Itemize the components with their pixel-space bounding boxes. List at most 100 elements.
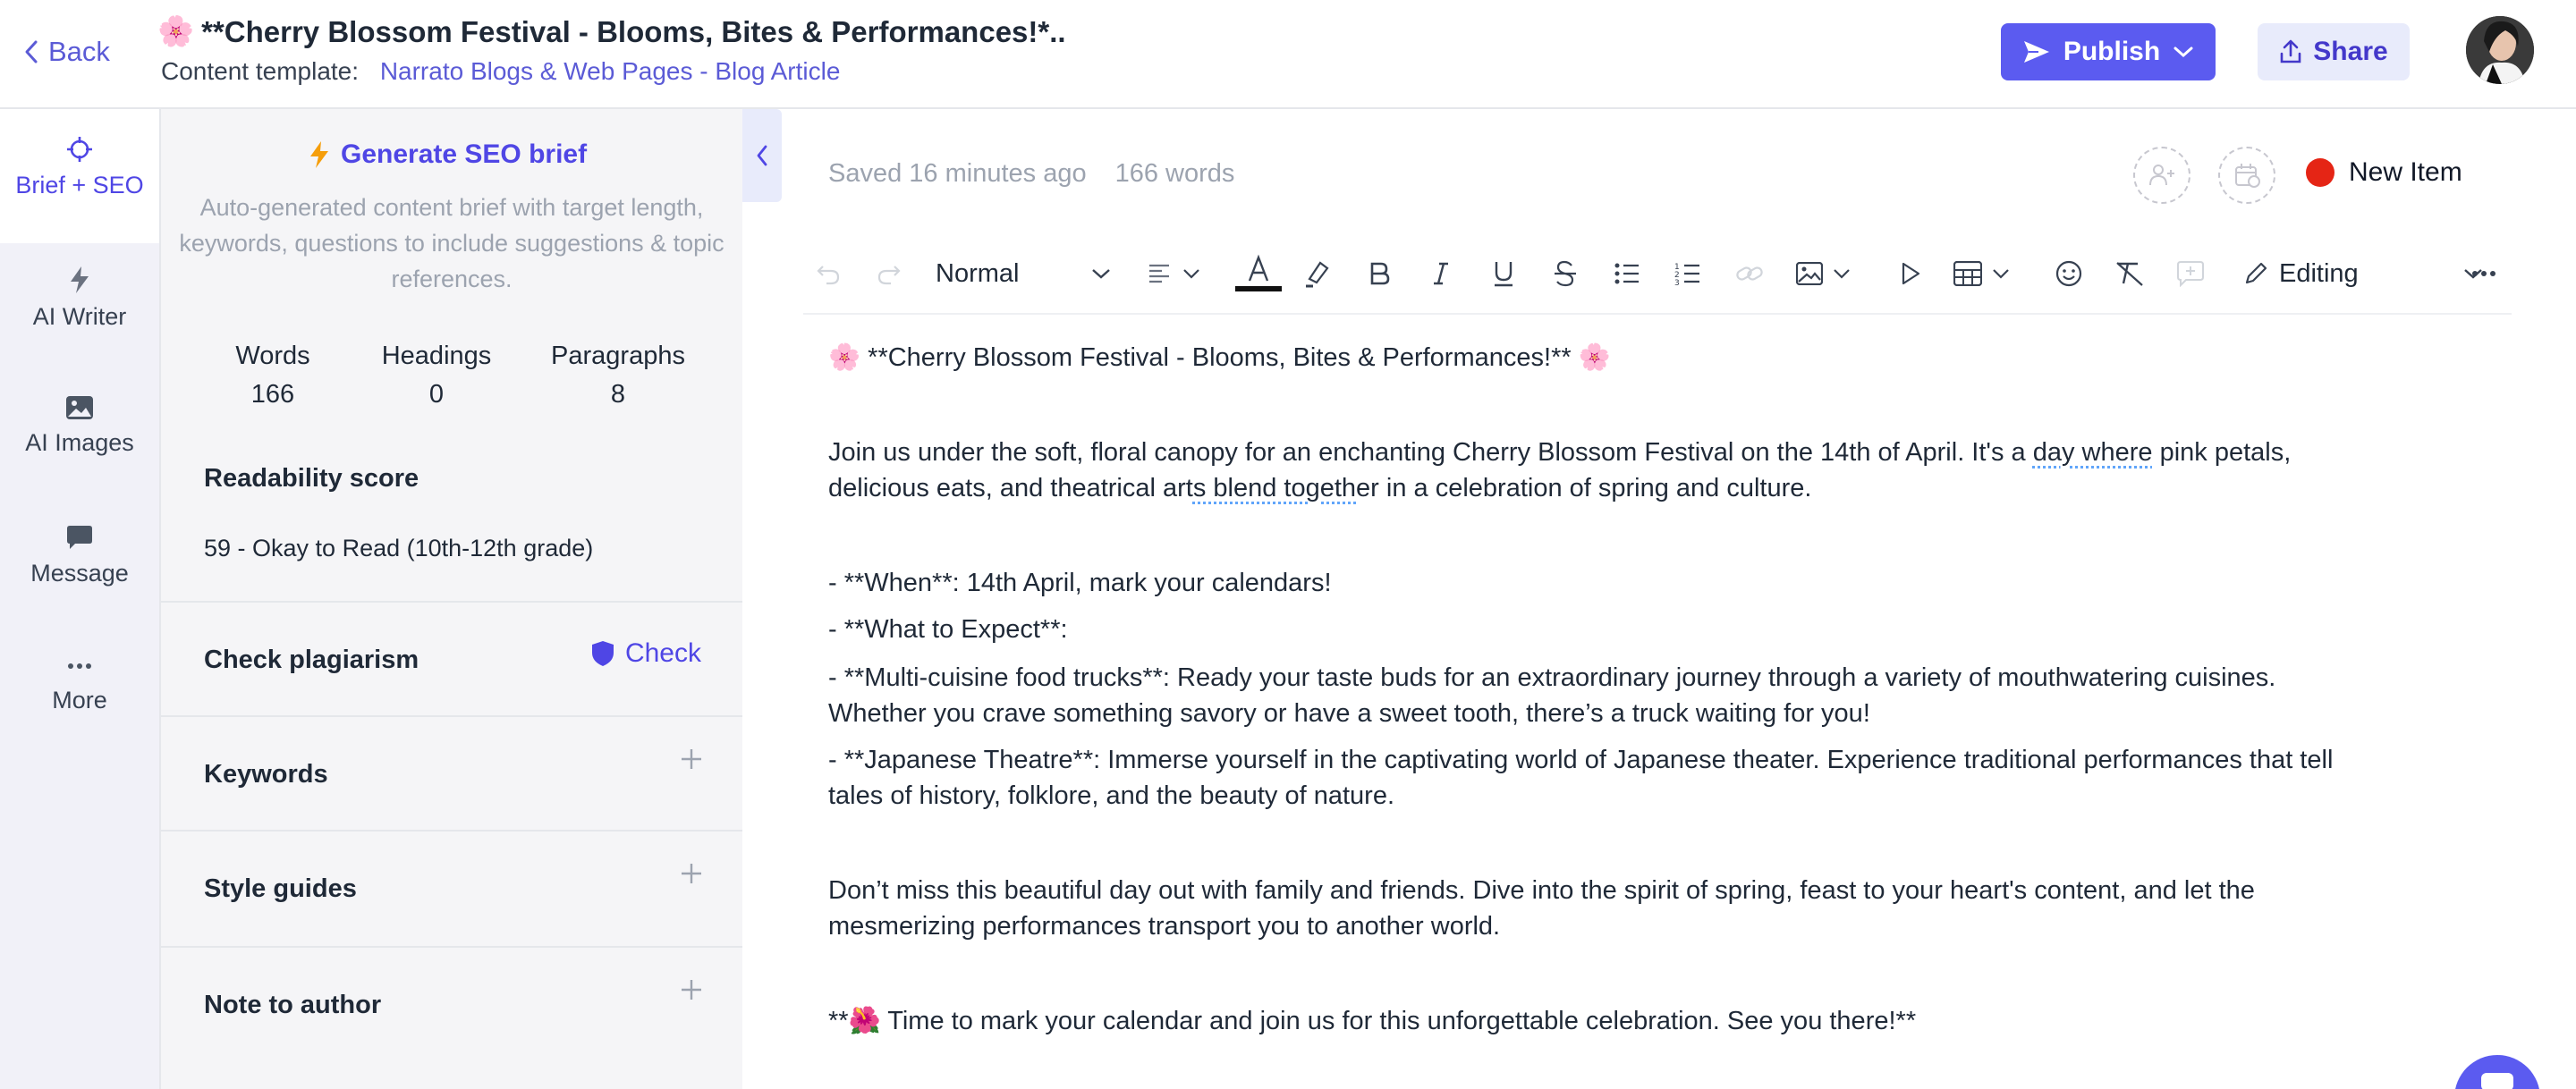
nav-item-message[interactable]: Message: [0, 524, 159, 587]
strikethrough-icon[interactable]: [1553, 252, 1578, 295]
content-paragraph-intro-cont: delicious eats, and theatrical arts blen…: [828, 470, 2465, 506]
collapse-panel-button[interactable]: [742, 109, 782, 202]
user-avatar[interactable]: [2466, 16, 2534, 84]
support-chat-button[interactable]: [2454, 1055, 2540, 1089]
share-button[interactable]: Share: [2258, 23, 2410, 80]
plagiarism-title: Check plagiarism: [204, 646, 419, 675]
upload-icon: [2279, 39, 2302, 64]
keywords-title: Keywords: [204, 760, 328, 789]
content-paragraph-closing: **🌺 Time to mark your calendar and join …: [828, 1003, 2465, 1039]
chat-icon: [66, 524, 93, 551]
note-to-author-section[interactable]: Note to author: [161, 946, 742, 1089]
align-button[interactable]: [1148, 252, 1201, 295]
status-dot: [2306, 158, 2334, 187]
underline-icon[interactable]: [1492, 252, 1515, 295]
nav-label: Brief + SEO: [15, 172, 143, 199]
numbered-list-icon[interactable]: 123: [1674, 252, 1701, 295]
chevron-down-icon[interactable]: [2173, 45, 2194, 59]
nav-label: More: [52, 687, 107, 714]
content-list-item-cont: Whether you crave something savory or ha…: [828, 696, 2465, 731]
chevron-left-icon: [755, 144, 769, 167]
stat-label: Words: [224, 342, 322, 371]
content-heading: 🌸 **Cherry Blossom Festival - Blooms, Bi…: [828, 340, 2465, 376]
stat-headings: Headings 0: [376, 342, 497, 409]
nav-item-brief-seo[interactable]: Brief + SEO: [0, 109, 159, 243]
editing-mode-select[interactable]: Editing: [2243, 252, 2484, 295]
add-user-icon: [2148, 163, 2176, 188]
check-plagiarism-button[interactable]: Check: [591, 638, 701, 669]
nav-label: AI Writer: [33, 303, 127, 331]
check-label: Check: [625, 638, 701, 669]
table-icon: [1953, 261, 1982, 286]
image-icon: [65, 395, 94, 420]
send-icon: [2022, 39, 2051, 64]
stat-words: Words 166: [224, 342, 322, 409]
content-template-row: Content template: Narrato Blogs & Web Pa…: [161, 57, 840, 86]
word-count: 166 words: [1115, 159, 1235, 189]
plus-icon[interactable]: [680, 978, 703, 1001]
more-dots-icon: [66, 654, 93, 678]
chevron-down-icon: [1182, 267, 1201, 280]
text-color-icon[interactable]: [1234, 252, 1283, 295]
bullet-list-icon[interactable]: [1614, 252, 1640, 295]
insert-table-button[interactable]: [1953, 252, 2011, 295]
save-status: Saved 16 minutes ago 166 words: [828, 159, 1234, 189]
nav-item-ai-writer[interactable]: AI Writer: [0, 266, 159, 331]
media-embed-icon[interactable]: [1900, 252, 1921, 295]
plus-icon[interactable]: [680, 747, 703, 771]
nav-label: Message: [30, 560, 129, 587]
status-label: New Item: [2349, 157, 2462, 188]
highlight-icon[interactable]: [1302, 252, 1331, 295]
publish-label: Publish: [2063, 37, 2160, 67]
style-guides-section[interactable]: Style guides: [161, 830, 742, 946]
chevron-down-icon: [1090, 266, 1112, 281]
assign-user-button[interactable]: [2133, 147, 2190, 204]
redo-icon[interactable]: [877, 252, 902, 295]
more-options-icon[interactable]: [2470, 252, 2497, 295]
lightning-icon: [69, 266, 90, 294]
plus-icon[interactable]: [680, 862, 703, 885]
chat-icon: [2454, 1055, 2540, 1089]
seo-brief-label: Generate SEO brief: [341, 139, 587, 170]
back-button[interactable]: Back: [23, 32, 110, 72]
nav-label: AI Images: [25, 429, 134, 457]
seo-brief-description: Auto-generated content brief with target…: [179, 190, 724, 297]
content-list-item: - **What to Expect**:: [828, 612, 2465, 647]
chevron-left-icon: [23, 39, 39, 64]
keywords-section[interactable]: Keywords: [161, 715, 742, 830]
nav-item-ai-images[interactable]: AI Images: [0, 395, 159, 457]
nav-item-more[interactable]: More: [0, 654, 159, 714]
template-link[interactable]: Narrato Blogs & Web Pages - Blog Article: [380, 57, 841, 85]
editing-mode-label: Editing: [2279, 259, 2359, 289]
italic-icon[interactable]: [1431, 252, 1451, 295]
stat-value: 0: [376, 380, 497, 409]
undo-icon[interactable]: [816, 252, 841, 295]
content-list-item: - **Multi-cuisine food trucks**: Ready y…: [828, 660, 2465, 696]
readability-value: 59 - Okay to Read (10th-12th grade): [204, 535, 593, 562]
stat-label: Paragraphs: [535, 342, 701, 371]
bold-icon[interactable]: [1368, 252, 1390, 295]
paragraph-style-select[interactable]: Normal: [936, 252, 1112, 295]
content-list-item: - **Japanese Theatre**: Immerse yourself…: [828, 742, 2465, 778]
svg-text:3: 3: [1674, 279, 1680, 286]
add-comment-icon[interactable]: [2177, 252, 2204, 295]
title-text: **Cherry Blossom Festival - Blooms, Bite…: [201, 15, 1065, 49]
left-nav: Brief + SEO AI Writer AI Images Message …: [0, 109, 161, 1089]
document-title[interactable]: 🌸 **Cherry Blossom Festival - Blooms, Bi…: [157, 14, 1066, 49]
clear-formatting-icon[interactable]: [2114, 252, 2145, 295]
stat-value: 8: [535, 380, 701, 409]
generate-seo-brief-button[interactable]: Generate SEO brief: [309, 139, 587, 170]
link-icon[interactable]: [1735, 252, 1764, 295]
insert-image-button[interactable]: [1796, 252, 1852, 295]
pencil-icon: [2243, 261, 2268, 286]
crosshair-icon: [66, 136, 93, 163]
publish-button[interactable]: Publish: [2001, 23, 2216, 80]
status-selector[interactable]: New Item: [2306, 157, 2462, 188]
schedule-button[interactable]: [2218, 147, 2275, 204]
emoji-icon[interactable]: [2055, 252, 2082, 295]
content-list-item-cont: tales of history, folklore, and the beau…: [828, 778, 2465, 814]
style-guides-title: Style guides: [204, 874, 357, 904]
editor-toolbar: Normal 123 Editing: [803, 240, 2512, 315]
image-icon: [1796, 262, 1823, 285]
content-list-item: - **When**: 14th April, mark your calend…: [828, 565, 2465, 601]
